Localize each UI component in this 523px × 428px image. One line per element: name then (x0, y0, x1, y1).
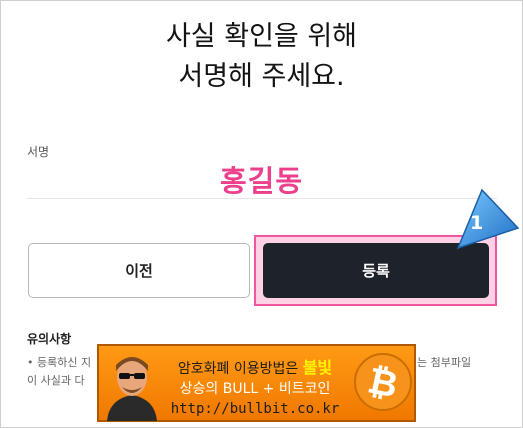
signature-underline (27, 198, 497, 199)
bitcoin-icon: ₿ (354, 353, 412, 411)
ad-character-icon (107, 357, 157, 421)
prev-button[interactable]: 이전 (28, 243, 250, 298)
page-title: 사실 확인을 위해 서명해 주세요. (0, 17, 523, 97)
step-number: 1 (470, 212, 484, 234)
notes-title: 유의사항 (27, 332, 72, 346)
step-marker-icon (456, 188, 520, 250)
note-line-1: • 등록하신 지 (27, 356, 92, 369)
ad-line-2: 상승의 BULL + 비트코인 (179, 381, 331, 397)
ad-text-1: 암호화폐 이용방법은 (177, 361, 303, 377)
signature-pad[interactable]: 홍길동 (0, 158, 523, 200)
ad-banner[interactable]: 암호화폐 이용방법은 불빛 상승의 BULL + 비트코인 http://bul… (97, 344, 416, 422)
note-line-2: 이 사실과 다 (27, 374, 85, 387)
ad-highlight: 불빛 (302, 358, 333, 377)
title-line-1: 사실 확인을 위해 (165, 21, 358, 52)
ad-url[interactable]: http://bullbit.co.kr (161, 401, 349, 417)
note-line-1-end: 는 첨부파일 (417, 356, 472, 369)
ad-line-1: 암호화폐 이용방법은 불빛 (161, 354, 349, 378)
title-line-2: 서명해 주세요. (178, 61, 345, 92)
